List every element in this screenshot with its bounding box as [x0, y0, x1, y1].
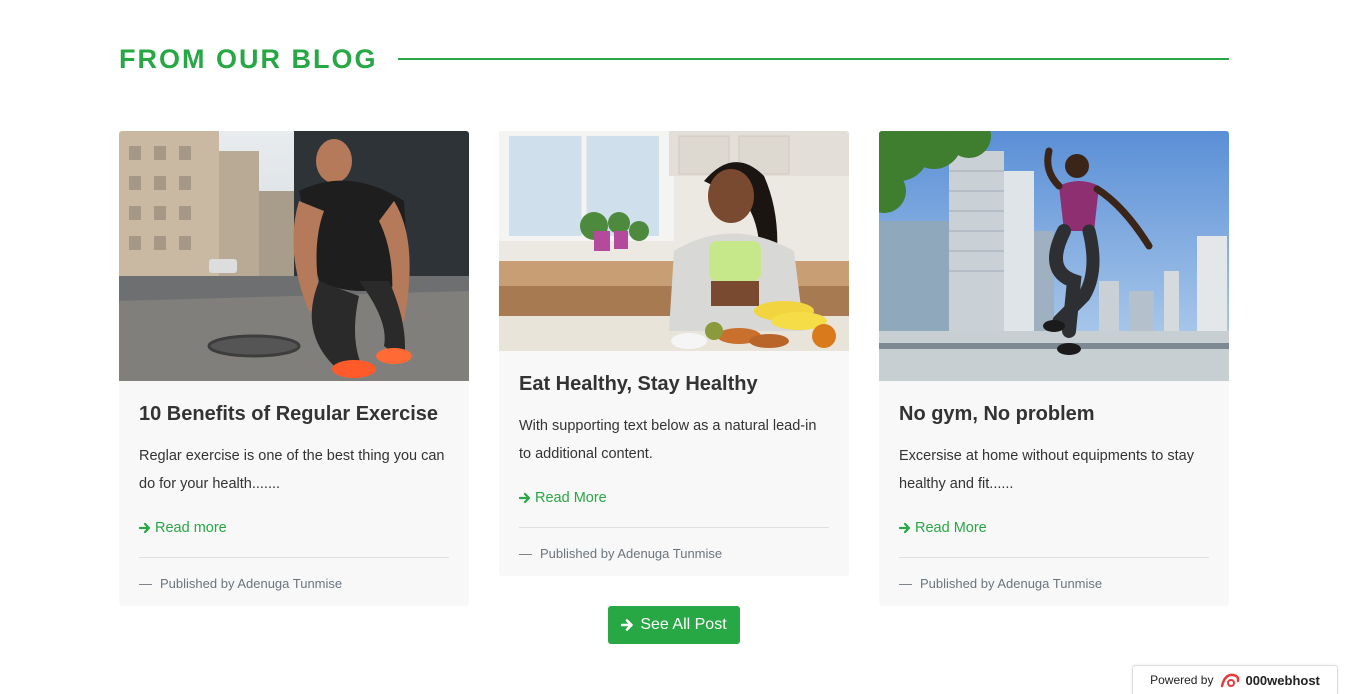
header-divider	[398, 58, 1229, 60]
arrow-right-icon	[621, 619, 634, 631]
read-more-link[interactable]: Read more	[139, 520, 227, 536]
read-more-label: Read more	[155, 520, 227, 536]
post-image-no-gym[interactable]	[879, 131, 1229, 381]
arrow-right-icon	[519, 492, 531, 504]
post-author: — Published by Adenuga Tunmise	[519, 546, 829, 561]
blog-card-3: No gym, No problem Excersise at home wit…	[879, 131, 1229, 606]
dash-icon: —	[139, 576, 152, 591]
arrow-right-icon	[139, 522, 151, 534]
post-title[interactable]: No gym, No problem	[899, 403, 1209, 426]
post-image-healthy-food[interactable]	[499, 131, 849, 351]
author-line: Published by Adenuga Tunmise	[540, 546, 723, 561]
read-more-label: Read More	[535, 490, 607, 506]
author-line: Published by Adenuga Tunmise	[160, 576, 343, 591]
card-divider	[899, 557, 1209, 558]
blog-card-1: 10 Benefits of Regular Exercise Reglar e…	[119, 131, 469, 606]
arrow-right-icon	[899, 522, 911, 534]
card-divider	[519, 527, 829, 528]
dash-icon: —	[899, 576, 912, 591]
section-title: FROM OUR BLOG	[119, 43, 378, 74]
post-excerpt: Excersise at home without equipments to …	[899, 448, 1194, 492]
post-excerpt: Reglar exercise is one of the best thing…	[139, 448, 445, 492]
read-more-link[interactable]: Read More	[519, 490, 607, 506]
blog-header: FROM OUR BLOG	[119, 42, 1229, 76]
powered-by-text: Powered by	[1150, 673, 1214, 687]
read-more-label: Read More	[915, 520, 987, 536]
post-author: — Published by Adenuga Tunmise	[899, 576, 1209, 591]
post-excerpt: With supporting text below as a natural …	[519, 418, 817, 462]
author-line: Published by Adenuga Tunmise	[920, 576, 1103, 591]
brand-text: 000webhost	[1245, 672, 1320, 688]
dash-icon: —	[519, 546, 532, 561]
post-title[interactable]: 10 Benefits of Regular Exercise	[139, 403, 449, 426]
post-title[interactable]: Eat Healthy, Stay Healthy	[519, 373, 829, 396]
card-divider	[139, 557, 449, 558]
powered-by-badge[interactable]: Powered by 000webhost	[1132, 665, 1338, 694]
see-all-posts-button[interactable]: See All Post	[608, 606, 740, 644]
000webhost-logo-icon	[1221, 673, 1240, 688]
blog-card-2: Eat Healthy, Stay Healthy With supportin…	[499, 131, 849, 576]
read-more-link[interactable]: Read More	[899, 520, 987, 536]
post-image-exercise[interactable]	[119, 131, 469, 381]
see-all-label: See All Post	[640, 616, 727, 633]
post-author: — Published by Adenuga Tunmise	[139, 576, 449, 591]
